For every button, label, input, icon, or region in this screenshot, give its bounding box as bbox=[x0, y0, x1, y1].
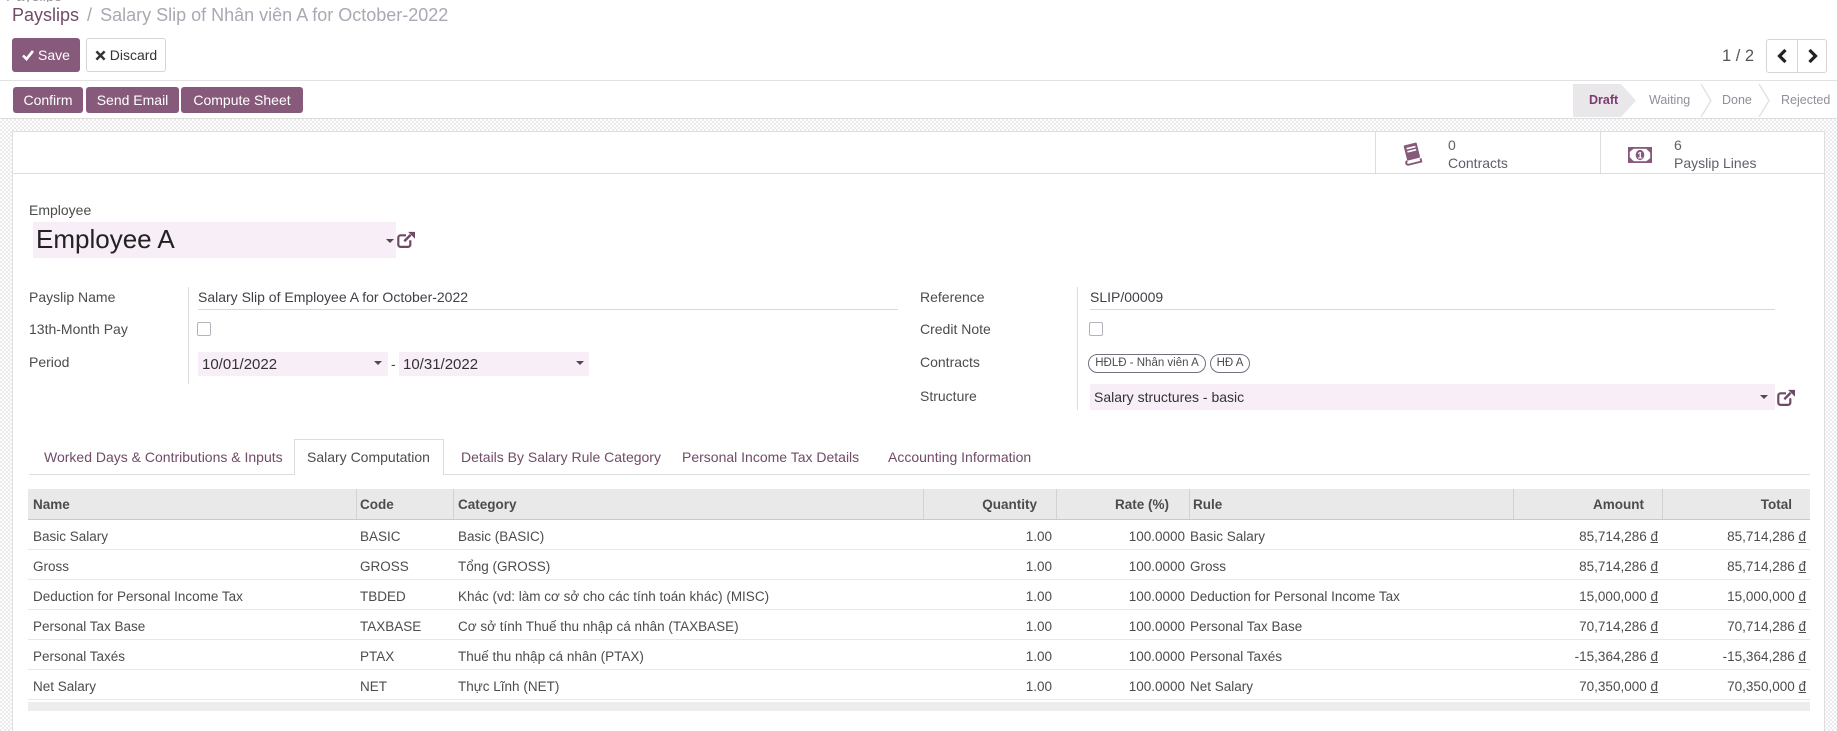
svg-text:1: 1 bbox=[1637, 150, 1643, 161]
